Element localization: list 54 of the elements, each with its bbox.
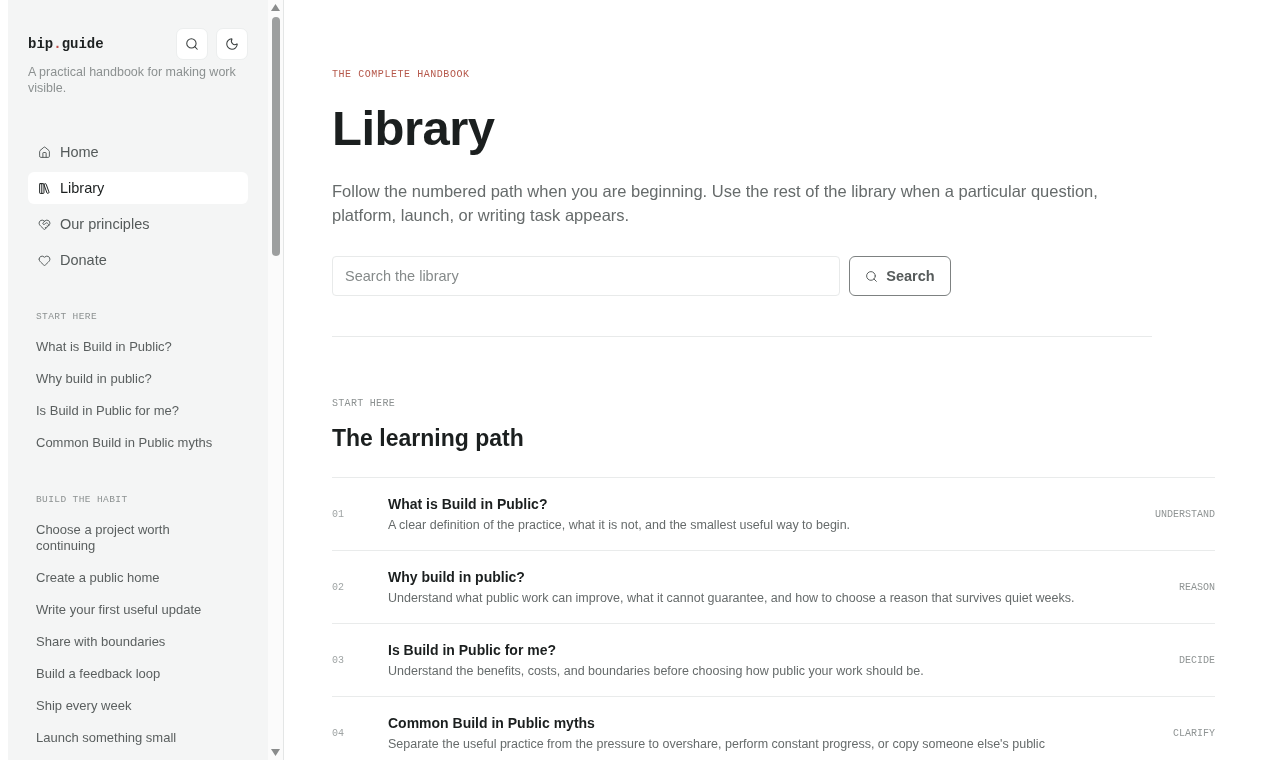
scrollbar-thumb[interactable] bbox=[271, 17, 280, 256]
caret-down-icon[interactable] bbox=[271, 749, 280, 756]
sidebar-link[interactable]: Share with boundaries bbox=[28, 626, 228, 658]
path-item-title[interactable]: Common Build in Public myths bbox=[388, 713, 595, 733]
sidebar-link[interactable]: Write your first useful update bbox=[28, 594, 228, 626]
category-label: REASON bbox=[1179, 581, 1215, 593]
category-label: UNDERSTAND bbox=[1155, 508, 1215, 520]
nav-item[interactable]: Donate bbox=[28, 244, 248, 276]
search-submit-button[interactable]: Search bbox=[849, 256, 951, 296]
sidebar-link[interactable]: Is Build in Public for me? bbox=[28, 395, 228, 427]
search-field[interactable]: Search the library bbox=[332, 256, 840, 296]
path-item-description: Separate the useful practice from the pressure to overshare, perform constant progress, or copy someone else's public bbox=[388, 736, 1045, 753]
sidebar-link[interactable]: Choose a project worth continuing bbox=[28, 514, 228, 562]
section-eyebrow: START HERE bbox=[332, 398, 396, 410]
path-item-description: A clear definition of the practice, what it is not, and the smallest useful way to begin. bbox=[388, 517, 851, 534]
step-number: 01 bbox=[332, 508, 345, 520]
step-number: 02 bbox=[332, 581, 345, 593]
path-item-title[interactable]: What is Build in Public? bbox=[388, 494, 548, 514]
books-icon bbox=[38, 181, 51, 195]
moon-icon bbox=[225, 37, 239, 51]
sidebar-link[interactable]: Launch something small bbox=[28, 722, 228, 754]
sidebar-link[interactable]: Build a feedback loop bbox=[28, 658, 228, 690]
category-label: CLARIFY bbox=[1173, 727, 1215, 739]
sidebar-link[interactable]: Why build in public? bbox=[28, 363, 228, 395]
nav-item[interactable]: Home bbox=[28, 136, 248, 168]
tagline: A practical handbook for making work visible. bbox=[28, 64, 237, 96]
heart-handshake-icon bbox=[38, 217, 51, 231]
intro-paragraph: Follow the numbered path when you are beginning. Use the rest of the library when a particular question, platform, launch, or writing task appears. bbox=[332, 181, 1099, 226]
section-title: The learning path bbox=[332, 424, 525, 453]
path-item-title[interactable]: Is Build in Public for me? bbox=[388, 640, 556, 660]
path-item-title[interactable]: Why build in public? bbox=[388, 567, 525, 587]
house-icon bbox=[38, 145, 51, 159]
path-item-description: Understand the benefits, costs, and boundaries before choosing how public your work should be. bbox=[388, 663, 924, 680]
nav-item[interactable]: Library bbox=[28, 172, 248, 204]
page-title: Library bbox=[332, 101, 496, 155]
step-number: 04 bbox=[332, 727, 345, 739]
section-label: START HERE bbox=[35, 311, 98, 323]
path-item-description: Understand what public work can improve, what it cannot guarantee, and how to choose a reason that survives quiet weeks. bbox=[388, 590, 1075, 607]
caret-up-icon[interactable] bbox=[271, 4, 280, 11]
category-label: DECIDE bbox=[1179, 654, 1215, 666]
logo[interactable]: bip.guide bbox=[28, 36, 104, 52]
sidebar-link[interactable]: Create a public home bbox=[28, 562, 228, 594]
search-button[interactable] bbox=[176, 28, 208, 60]
section-label: BUILD THE HABIT bbox=[35, 494, 129, 506]
search-icon bbox=[865, 269, 879, 283]
theme-toggle-button[interactable] bbox=[216, 28, 248, 60]
heart-icon bbox=[38, 253, 51, 267]
step-number: 03 bbox=[332, 654, 345, 666]
sidebar-link[interactable]: Common Build in Public myths bbox=[28, 427, 228, 459]
sidebar-link[interactable]: What is Build in Public? bbox=[28, 331, 228, 363]
search-icon bbox=[185, 37, 199, 51]
sidebar-link[interactable]: Ship every week bbox=[28, 690, 228, 722]
page-eyebrow: THE COMPLETE HANDBOOK bbox=[332, 69, 471, 81]
nav-item[interactable]: Our principles bbox=[28, 208, 248, 240]
